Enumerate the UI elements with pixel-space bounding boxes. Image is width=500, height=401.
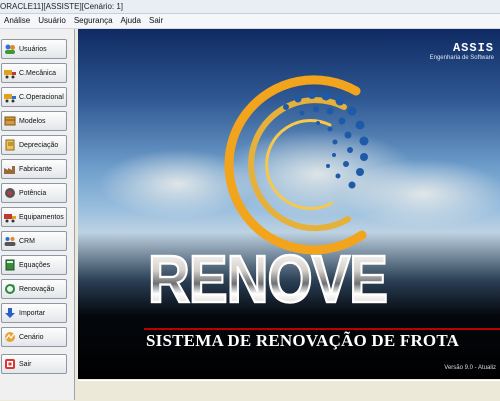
splash-subtitle: SISTEMA DE RENOVAÇÃO DE FROTA	[146, 331, 460, 350]
truck-icon	[4, 91, 16, 103]
sidebar-item-label: Equações	[19, 261, 51, 269]
users-icon	[4, 43, 16, 55]
sidebar-item-label: Renovação	[19, 285, 55, 293]
menu-sair[interactable]: Sair	[145, 14, 167, 28]
sidebar-item-label: Fabricante	[19, 165, 53, 173]
sidebar-item-label: C.Mecânica	[19, 69, 56, 77]
notebook-icon	[4, 139, 16, 151]
version-label: Versão 9.0 - Atualiz	[444, 365, 496, 371]
sidebar-item-depreciacao[interactable]: Depreciação	[1, 135, 67, 155]
sidebar-item-modelos[interactable]: Modelos	[1, 111, 67, 131]
status-bar	[78, 380, 500, 401]
logo-underline	[144, 328, 500, 330]
logo-core-arc	[265, 119, 334, 211]
sidebar-item-usuarios[interactable]: Usuários	[1, 39, 67, 59]
sidebar-item-equacoes[interactable]: Equações	[1, 255, 67, 275]
people-icon	[4, 235, 16, 247]
renove-logo-text: RENOVE	[147, 242, 389, 318]
menu-bar: Análise Usuário Segurança Ajuda Sair	[0, 14, 500, 29]
sidebar-item-label: Potência	[19, 189, 47, 197]
sidebar-item-crm[interactable]: CRM	[1, 231, 67, 251]
menu-seguranca[interactable]: Segurança	[70, 14, 117, 28]
sidebar: Usuários C.Mecânica C.Operacional Modelo…	[0, 29, 75, 400]
splash-screen: ASSIS Engenharia de Software RENOVE SIST…	[78, 29, 500, 379]
menu-analise[interactable]: Análise	[0, 14, 34, 28]
sidebar-item-importar[interactable]: Importar	[1, 303, 67, 323]
sidebar-item-label: C.Operacional	[19, 93, 64, 101]
sidebar-item-label: Sair	[19, 360, 32, 368]
truck-icon	[4, 211, 16, 223]
truck-icon	[4, 67, 16, 79]
import-arrow-icon	[4, 307, 16, 319]
sidebar-item-fabricante[interactable]: Fabricante	[1, 159, 67, 179]
disc-icon	[4, 187, 16, 199]
sidebar-item-label: Equipamentos	[19, 213, 64, 221]
sidebar-item-equipamentos[interactable]: Equipamentos	[1, 207, 67, 227]
sidebar-item-c-mecanica[interactable]: C.Mecânica	[1, 63, 67, 83]
menu-ajuda[interactable]: Ajuda	[117, 14, 145, 28]
scenario-icon	[4, 331, 16, 343]
factory-icon	[4, 163, 16, 175]
exit-icon	[4, 358, 16, 370]
sidebar-item-label: Depreciação	[19, 141, 59, 149]
sidebar-item-c-operacional[interactable]: C.Operacional	[1, 87, 67, 107]
cycle-icon	[4, 283, 16, 295]
sidebar-item-cenario[interactable]: Cenário	[1, 327, 67, 347]
sidebar-item-label: Importar	[19, 309, 46, 317]
sidebar-item-label: CRM	[19, 237, 35, 245]
sidebar-item-renovacao[interactable]: Renovação	[1, 279, 67, 299]
sidebar-item-potencia[interactable]: Potência	[1, 183, 67, 203]
sidebar-item-label: Cenário	[19, 333, 44, 341]
box-icon	[4, 115, 16, 127]
renove-logo-graphic	[224, 75, 369, 255]
sidebar-item-label: Modelos	[19, 117, 46, 125]
menu-usuario[interactable]: Usuário	[34, 14, 70, 28]
sidebar-item-sair[interactable]: Sair	[1, 354, 67, 374]
calculator-icon	[4, 259, 16, 271]
window-title-text: ORACLE11][ASSISTE][Cenário: 1]	[0, 2, 124, 11]
sidebar-item-label: Usuários	[19, 45, 47, 53]
window-title: ORACLE11][ASSISTE][Cenário: 1]	[0, 0, 500, 14]
